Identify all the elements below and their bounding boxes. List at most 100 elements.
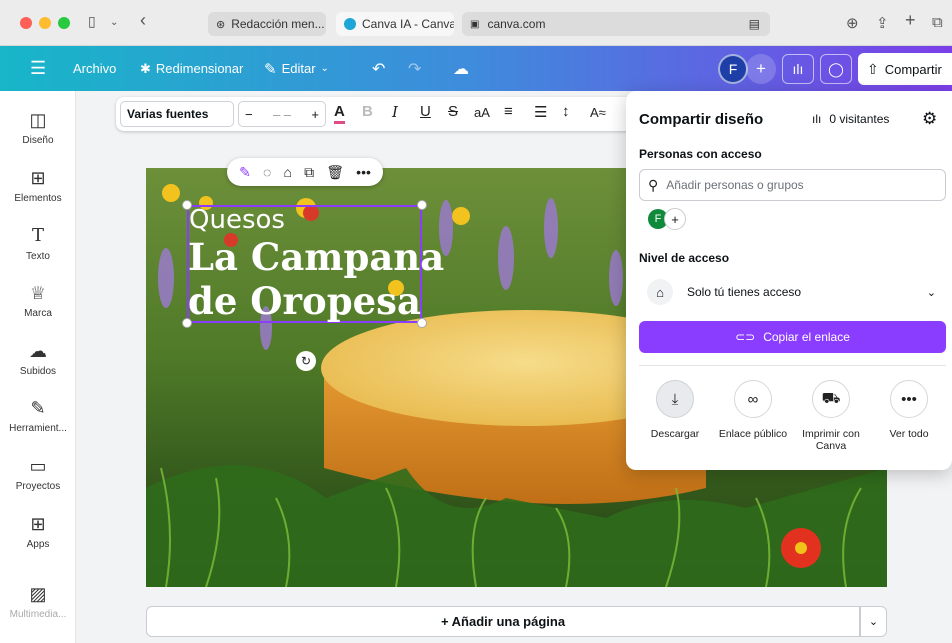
letter-case-icon[interactable]: aA: [474, 105, 490, 120]
resize-button[interactable]: ✱ Redimensionar: [140, 46, 243, 91]
analytics-icon[interactable]: ılı: [782, 54, 814, 84]
action-label: Imprimir con Canva: [802, 428, 860, 452]
list-icon[interactable]: ☰: [534, 103, 547, 121]
public-link-action[interactable]: ∞ Enlace público: [714, 380, 792, 440]
visitors-button[interactable]: ılı 0 visitantes: [812, 112, 889, 126]
sidebar-item-media[interactable]: ▨ Multimedia...: [0, 583, 76, 620]
projects-icon: ▭: [29, 456, 47, 476]
user-avatar[interactable]: F: [718, 54, 748, 84]
access-level-select[interactable]: ⌂ Solo tú tienes acceso ⌄: [639, 278, 946, 306]
gear-icon[interactable]: ⚙: [922, 109, 937, 129]
cloud-saved-icon[interactable]: ☁: [453, 46, 469, 91]
redo-icon[interactable]: ↷: [408, 46, 421, 91]
sidebar-item-label: Subidos: [19, 366, 57, 377]
action-label: Descargar: [650, 428, 700, 440]
browser-tab-active[interactable]: Canva IA - Canva: [336, 12, 454, 36]
design-icon: ◫: [29, 110, 47, 130]
comments-icon[interactable]: ◯: [820, 54, 852, 84]
share-button[interactable]: ⇧ Compartir: [858, 53, 952, 85]
close-window-button[interactable]: [20, 17, 32, 29]
sidebar-item-elements[interactable]: ⊞ Elementos: [0, 167, 76, 204]
increase-size-button[interactable]: +: [311, 107, 319, 122]
chevron-down-icon[interactable]: ⌄: [110, 17, 118, 28]
duplicate-icon[interactable]: ⧉: [304, 164, 314, 181]
sidebar-item-apps[interactable]: ⊞ Apps: [0, 513, 76, 550]
access-level-value: Solo tú tienes acceso: [687, 285, 802, 299]
download-icon[interactable]: ⊕: [846, 14, 859, 32]
tools-icon: ✎: [30, 398, 46, 418]
rotate-handle-icon[interactable]: ↻: [296, 351, 316, 371]
spacing-icon[interactable]: ↕: [562, 103, 570, 120]
sidebar-item-uploads[interactable]: ☁ Subidos: [0, 340, 76, 377]
sidebar-item-tools[interactable]: ✎ Herramient...: [0, 397, 76, 434]
sidebar-item-label: Texto: [26, 251, 50, 262]
align-icon[interactable]: ≡: [504, 103, 513, 120]
minimize-window-button[interactable]: [39, 17, 51, 29]
back-icon[interactable]: ‹: [140, 10, 146, 31]
maximize-window-button[interactable]: [58, 17, 70, 29]
bold-icon[interactable]: B: [362, 103, 373, 120]
tab-label: Canva IA - Canva: [362, 17, 454, 31]
more-options-icon[interactable]: •••: [356, 164, 371, 180]
sidebar-toggle-icon[interactable]: ▯: [88, 13, 96, 30]
lock-icon[interactable]: ⌂: [283, 164, 291, 180]
media-icon: ▨: [29, 584, 47, 604]
tabs-overview-icon[interactable]: ⧉: [932, 14, 943, 31]
tab-favicon-icon: ⊛: [216, 18, 226, 31]
download-action[interactable]: ⤓ Descargar: [636, 380, 714, 440]
underline-icon[interactable]: U: [420, 103, 431, 120]
decrease-size-button[interactable]: −: [245, 107, 253, 122]
sidebar-item-label: Herramient...: [9, 423, 67, 434]
elements-icon: ⊞: [30, 168, 46, 188]
design-title[interactable]: La Campana de Oropesa: [188, 235, 444, 323]
resize-icon: ✱: [140, 60, 151, 76]
add-collaborator-icon[interactable]: +: [746, 54, 776, 84]
undo-icon[interactable]: ↶: [372, 46, 385, 91]
upload-icon: ⇧: [867, 60, 879, 77]
chevron-down-icon[interactable]: ⌄: [860, 606, 887, 637]
add-person-icon[interactable]: +: [664, 208, 686, 230]
italic-icon[interactable]: I: [392, 103, 398, 121]
text-color-icon[interactable]: A: [334, 103, 345, 124]
share-icon[interactable]: ⇪: [876, 14, 889, 32]
sidebar-item-label: Elementos: [14, 193, 62, 204]
font-size-stepper[interactable]: − – – +: [238, 101, 326, 127]
text-effects-icon[interactable]: A≈: [590, 105, 606, 120]
design-title-line: de Oropesa: [188, 279, 421, 323]
resize-handle[interactable]: [417, 200, 427, 210]
add-comment-icon[interactable]: ◌: [263, 164, 271, 180]
font-size-value[interactable]: – –: [273, 107, 291, 122]
file-menu[interactable]: Archivo: [73, 46, 116, 91]
sidebar-item-brand[interactable]: ♕ Marca: [0, 282, 76, 319]
menu-icon[interactable]: ☰: [30, 46, 46, 91]
sidebar-item-design[interactable]: ◫ Diseño: [0, 109, 76, 146]
print-action[interactable]: ⛟ Imprimir con Canva: [792, 380, 870, 452]
strikethrough-icon[interactable]: S: [448, 103, 458, 120]
window-controls: [20, 17, 70, 29]
search-placeholder: Añadir personas o grupos: [666, 178, 804, 192]
magic-edit-icon[interactable]: ✎: [239, 164, 251, 181]
reader-icon[interactable]: ▤: [749, 17, 760, 31]
copy-link-label: Copiar el enlace: [763, 330, 850, 344]
see-all-action[interactable]: ••• Ver todo: [870, 380, 948, 440]
sidebar-item-text[interactable]: T Texto: [0, 225, 76, 262]
add-page-button[interactable]: + Añadir una página: [146, 606, 860, 637]
edit-menu[interactable]: ✎ Editar ⌄: [264, 46, 329, 91]
search-icon: ⚲: [648, 176, 659, 193]
browser-tab[interactable]: ⊛ Redacción men...: [208, 12, 326, 36]
address-bar[interactable]: ▣ canva.com ▤: [462, 12, 770, 36]
copy-link-button[interactable]: ⊂⊃ Copiar el enlace: [639, 321, 946, 353]
design-subtitle[interactable]: Quesos: [189, 205, 285, 235]
sidebar-item-projects[interactable]: ▭ Proyectos: [0, 455, 76, 492]
address-text: canva.com: [487, 17, 546, 31]
new-tab-icon[interactable]: +: [905, 10, 916, 31]
text-toolbar: Varias fuentes − – – + A B I U S aA ≡ ☰ …: [116, 97, 636, 131]
lock-icon: ⌂: [647, 279, 673, 305]
link-icon: ∞: [734, 380, 772, 418]
delete-icon[interactable]: 🗑: [326, 164, 344, 181]
design-title-line: La Campana: [188, 235, 445, 279]
font-family-select[interactable]: Varias fuentes: [120, 101, 234, 127]
people-access-label: Personas con acceso: [639, 147, 762, 161]
add-people-input[interactable]: ⚲ Añadir personas o grupos: [639, 169, 946, 201]
share-panel-title: Compartir diseño: [639, 111, 764, 128]
